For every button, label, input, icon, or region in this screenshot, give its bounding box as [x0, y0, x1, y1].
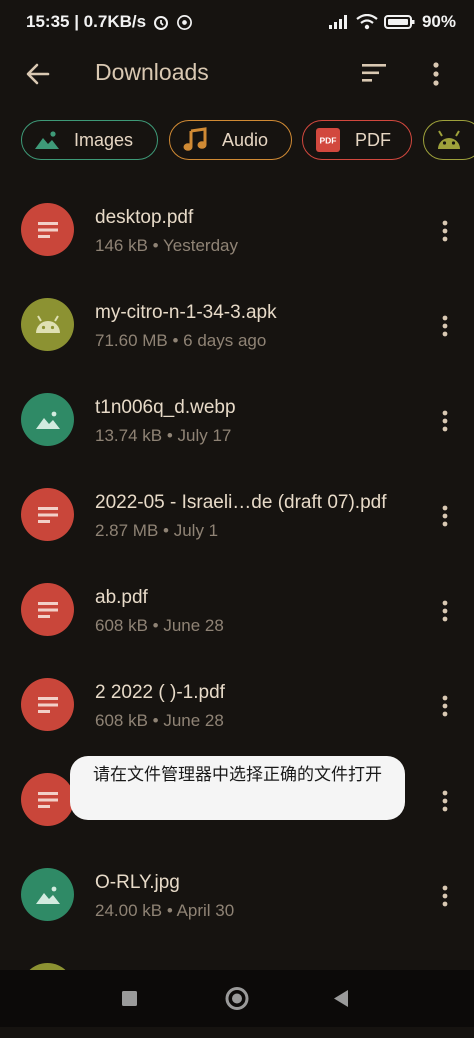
chip-pdf[interactable]: PDF PDF	[302, 120, 412, 160]
file-meta: 13.74 kB • July 17	[95, 426, 232, 445]
document-lines-icon	[21, 583, 74, 636]
nav-recents-icon[interactable]	[122, 991, 137, 1006]
status-left: 15:35 | 0.7KB/s	[26, 12, 193, 32]
back-arrow-icon[interactable]	[24, 60, 52, 88]
document-lines-icon	[21, 488, 74, 541]
chip-label: PDF	[355, 129, 391, 150]
wifi-icon	[356, 14, 378, 30]
more-vert-icon[interactable]	[435, 599, 455, 623]
more-vert-icon[interactable]	[435, 314, 455, 338]
toast-message: 请在文件管理器中选择正确的文件打开	[70, 756, 405, 820]
file-name: 2022-05 - Israeli…de (draft 07).pdf	[95, 492, 387, 513]
file-name: t1n006q_d.webp	[95, 397, 236, 418]
document-lines-icon	[21, 203, 74, 256]
filter-chips: Images Audio PDF PDF	[21, 120, 474, 162]
image-icon	[21, 393, 74, 446]
nav-home-icon[interactable]	[225, 987, 249, 1010]
pdf-icon: PDF	[315, 127, 341, 153]
battery-icon	[383, 15, 415, 29]
file-name: ab.pdf	[95, 587, 148, 608]
more-vert-icon[interactable]	[435, 884, 455, 908]
file-name: 2 2022 ( )-1.pdf	[95, 682, 225, 703]
chip-label: Images	[74, 129, 134, 150]
file-meta: 71.60 MB • 6 days ago	[95, 331, 267, 350]
image-icon	[34, 127, 60, 153]
more-vert-icon[interactable]	[426, 60, 446, 88]
more-vert-icon[interactable]	[435, 219, 455, 243]
file-row[interactable]: ab.pdf 608 kB • June 28	[0, 563, 474, 658]
file-meta: 608 kB • June 28	[95, 711, 224, 730]
file-meta: 24.00 kB • April 30	[95, 901, 235, 920]
page-title: Downloads	[95, 59, 209, 85]
file-name: desktop.pdf	[95, 207, 194, 228]
file-meta: 2.87 MB • July 1	[95, 521, 219, 540]
sort-icon[interactable]	[360, 61, 388, 85]
more-vert-icon[interactable]	[435, 694, 455, 718]
app-bar: Downloads	[0, 44, 474, 102]
file-row[interactable]: 2022-05 - Israeli…de (draft 07).pdf 2.87 …	[0, 468, 474, 563]
nav-back-icon[interactable]	[334, 990, 348, 1007]
more-vert-icon[interactable]	[435, 504, 455, 528]
file-name: my-citro-n-1-34-3.apk	[95, 302, 277, 323]
file-name: O-RLY.jpg	[95, 872, 180, 893]
document-lines-icon	[21, 773, 74, 826]
file-meta: 608 kB • June 28	[95, 616, 224, 635]
file-row[interactable]: 2 2022 ( )-1.pdf 608 kB • June 28	[0, 658, 474, 753]
chip-audio[interactable]: Audio	[169, 120, 292, 160]
more-vert-icon[interactable]	[435, 409, 455, 433]
chip-images[interactable]: Images	[21, 120, 158, 160]
file-row[interactable]: O-RLY.jpg 24.00 kB • April 30	[0, 848, 474, 943]
more-vert-icon[interactable]	[435, 789, 455, 813]
battery-percent: 90%	[421, 12, 456, 31]
file-row[interactable]: desktop.pdf 146 kB • Yesterday	[0, 183, 474, 278]
svg-text:PDF: PDF	[320, 136, 337, 146]
file-row[interactable]: my-citro-n-1-34-3.apk 71.60 MB • 6 days a…	[0, 278, 474, 373]
status-time: 15:35 | 0.7KB/s	[26, 12, 147, 31]
document-lines-icon	[21, 678, 74, 731]
android-icon	[436, 127, 462, 153]
file-row[interactable]: t1n006q_d.webp 13.74 kB • July 17	[0, 373, 474, 468]
status-right: 90%	[328, 12, 456, 32]
whatsapp-icon	[177, 14, 193, 30]
chip-apk[interactable]	[423, 120, 474, 160]
music-note-icon	[182, 127, 208, 153]
navigation-bar	[0, 970, 474, 1027]
alarm-icon	[154, 16, 169, 30]
signal-icon	[328, 15, 347, 29]
chip-label: Audio	[222, 129, 269, 150]
status-bar: 15:35 | 0.7KB/s 90%	[0, 0, 474, 44]
file-meta: 146 kB • Yesterday	[95, 236, 238, 255]
android-icon	[21, 298, 74, 351]
file-list: desktop.pdf 146 kB • Yesterday my-citro-n-…	[0, 183, 474, 1038]
image-icon	[21, 868, 74, 921]
